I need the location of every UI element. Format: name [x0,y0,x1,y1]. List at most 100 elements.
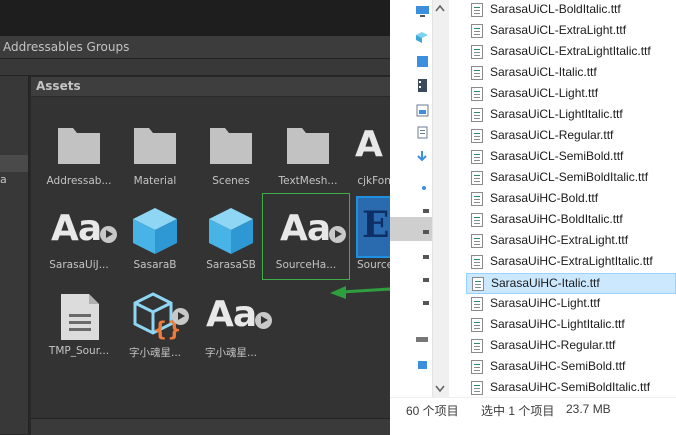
asset-tile[interactable]: Material [117,112,193,198]
file-name: SarasaUiCL-Regular.ttf [490,128,614,142]
file-row[interactable]: SarasaUiCL-ExtraLightItalic.ttf [466,42,676,63]
document-icon [61,294,99,340]
file-name: SarasaUiHC-ExtraLight.ttf [490,233,629,247]
font-file-icon [471,234,483,248]
file-name: SarasaUiHC-Italic.ttf [491,276,600,290]
file-row[interactable]: SarasaUiCL-Regular.ttf [466,126,676,147]
font-asset-icon: A [355,124,383,165]
asset-label: Material [133,175,177,187]
drive-icon[interactable] [415,251,430,264]
file-row[interactable]: SarasaUiCL-ExtraLight.ttf [466,21,676,42]
font-file-icon [471,213,483,227]
file-row[interactable]: SarasaUiHC-LightItalic.ttf [466,315,676,336]
file-name: SarasaUiCL-Italic.ttf [490,65,597,79]
asset-tile[interactable]: SarasaSB [193,196,269,282]
scroll-down-arrow-icon[interactable] [435,385,445,393]
asset-label: 字小魂星... [204,347,257,359]
desktop-icon[interactable] [415,5,430,18]
file-row[interactable]: SarasaUiCL-BoldItalic.ttf [466,0,676,21]
downloads-icon[interactable] [415,150,430,163]
file-name: SarasaUiCL-ExtraLightItalic.ttf [490,44,651,58]
film-icon[interactable] [415,79,430,92]
asset-label: Scenes [212,175,250,187]
3d-objects-icon[interactable] [415,31,430,44]
font-file-icon [471,381,483,395]
file-row[interactable]: SarasaUiCL-SemiBold.ttf [466,147,676,168]
asset-tile[interactable]: TMP_Sour... [41,282,117,368]
cube-prefab-icon [209,208,253,254]
asset-label: TMP_Sour... [48,345,110,357]
asset-tile[interactable]: Addressab... [41,112,117,198]
music-icon[interactable] [415,180,430,193]
font-file-icon [471,171,483,185]
asset-label: 字小魂星... [128,347,181,359]
asset-tile[interactable]: SasaraB [117,196,193,282]
asset-label: SarasaSB [206,259,256,271]
status-selected-size: 23.7 MB [566,402,611,416]
play-icon [255,312,272,329]
asset-tile[interactable]: {} 字小魂星... [117,282,193,368]
file-row[interactable]: SarasaUiHC-ExtraLightItalic.ttf [466,252,676,273]
videos-icon[interactable] [415,55,430,68]
asset-tile[interactable]: Aa SarasaUiJ... [41,196,117,282]
folder-tree-item-label[interactable]: a [0,173,7,186]
play-icon [172,308,189,325]
nav-pane-scrollbar[interactable] [432,0,449,397]
file-name: SarasaUiHC-BoldItalic.ttf [490,212,623,226]
asset-tile[interactable]: Scenes [193,112,269,198]
folder-icon [287,128,329,164]
asset-label: cjkFont [357,175,395,187]
drive-icon[interactable] [415,333,430,346]
drive-icon[interactable] [415,226,430,239]
window-title[interactable]: Addressables Groups [3,40,129,54]
file-row[interactable]: SarasaUiCL-Light.ttf [466,84,676,105]
status-selected-count: 选中 1 个项目 [481,404,555,418]
font-file-icon [471,255,483,269]
file-row[interactable]: SarasaUiHC-BoldItalic.ttf [466,210,676,231]
file-name: SarasaUiHC-ExtraLightItalic.ttf [490,254,653,268]
folder-icon [58,128,100,164]
font-file-icon [471,129,483,143]
font-file-icon [471,45,483,59]
documents-icon[interactable] [415,126,430,139]
folder-tree-selected-row[interactable] [0,155,28,172]
assets-header-label: Assets [36,79,81,93]
drive-icon[interactable] [415,274,430,287]
asset-tile[interactable]: Aa 字小魂星... [193,282,272,368]
window-toolbar [0,59,395,76]
file-row-selected[interactable]: SarasaUiHC-Italic.ttf [466,273,676,294]
file-row[interactable]: SarasaUiHC-Light.ttf [466,294,676,315]
file-row[interactable]: SarasaUiCL-SemiBoldItalic.ttf [466,168,676,189]
file-row[interactable]: SarasaUiCL-Italic.ttf [466,63,676,84]
drive-icon[interactable] [415,205,430,218]
asset-label: SasaraB [133,259,177,271]
font-file-icon [471,297,483,311]
pictures-icon[interactable] [415,104,430,117]
drive-icon[interactable] [415,297,430,310]
asset-tile-selected[interactable]: Aa SourceHa... [268,196,346,282]
pane-divider[interactable] [449,0,465,397]
file-row[interactable]: SarasaUiHC-Bold.ttf [466,189,676,210]
font-asset-icon: Aa [51,204,117,256]
asset-label: SarasaUiJ... [49,259,109,271]
file-row[interactable]: SarasaUiHC-SemiBoldItalic.ttf [466,378,676,399]
font-file-icon [471,87,483,101]
file-row[interactable]: SarasaUiCL-LightItalic.ttf [466,105,676,126]
file-name: SarasaUiHC-LightItalic.ttf [490,317,625,331]
file-name: SarasaUiCL-BoldItalic.ttf [490,2,621,16]
file-row[interactable]: SarasaUiHC-SemiBold.ttf [466,357,676,378]
file-name: SarasaUiCL-SemiBold.ttf [490,149,624,163]
file-name: SarasaUiCL-ExtraLight.ttf [490,23,627,37]
play-icon [100,226,117,243]
font-file-icon [471,192,483,206]
file-name: SarasaUiHC-Regular.ttf [490,338,616,352]
asset-label: SourceHa... [275,259,337,271]
assets-header-bar [31,77,395,97]
folder-tree-panel [0,76,29,434]
cube-prefab-icon [133,208,177,254]
network-icon[interactable] [415,359,430,372]
file-row[interactable]: SarasaUiHC-Regular.ttf [466,336,676,357]
scroll-up-arrow-icon[interactable] [435,4,445,12]
file-row[interactable]: SarasaUiHC-ExtraLight.ttf [466,231,676,252]
asset-tile[interactable]: A cjkFont [333,112,395,198]
